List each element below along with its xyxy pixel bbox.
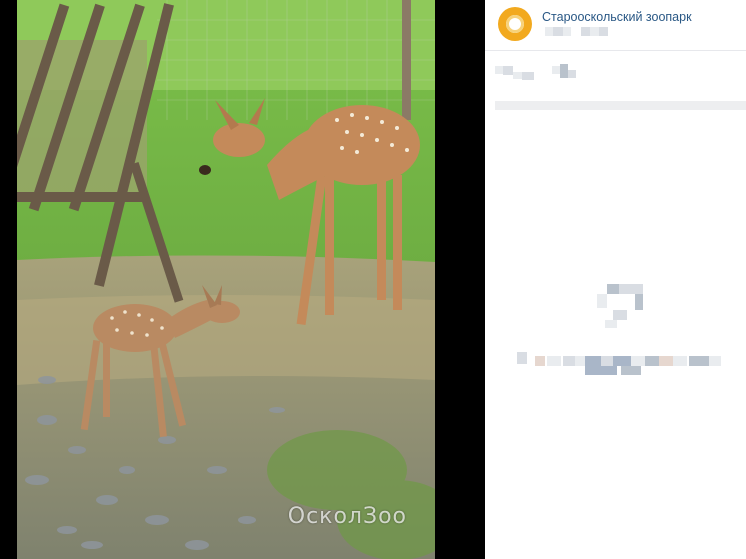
zoo-logo-icon bbox=[506, 15, 524, 33]
post-header: Старооскольский зоопарк bbox=[485, 0, 746, 51]
post-side-panel: Старооскольский зоопарк bbox=[485, 0, 746, 559]
deer-photo-illustration bbox=[17, 0, 435, 559]
author-avatar[interactable] bbox=[498, 7, 532, 41]
photo-watermark: ОсколЗоо bbox=[287, 504, 407, 529]
photo-viewer: ОсколЗоо bbox=[0, 0, 485, 559]
separator bbox=[495, 101, 746, 110]
author-name-link[interactable]: Старооскольский зоопарк bbox=[542, 10, 692, 24]
post-photo[interactable]: ОсколЗоо bbox=[17, 0, 435, 559]
